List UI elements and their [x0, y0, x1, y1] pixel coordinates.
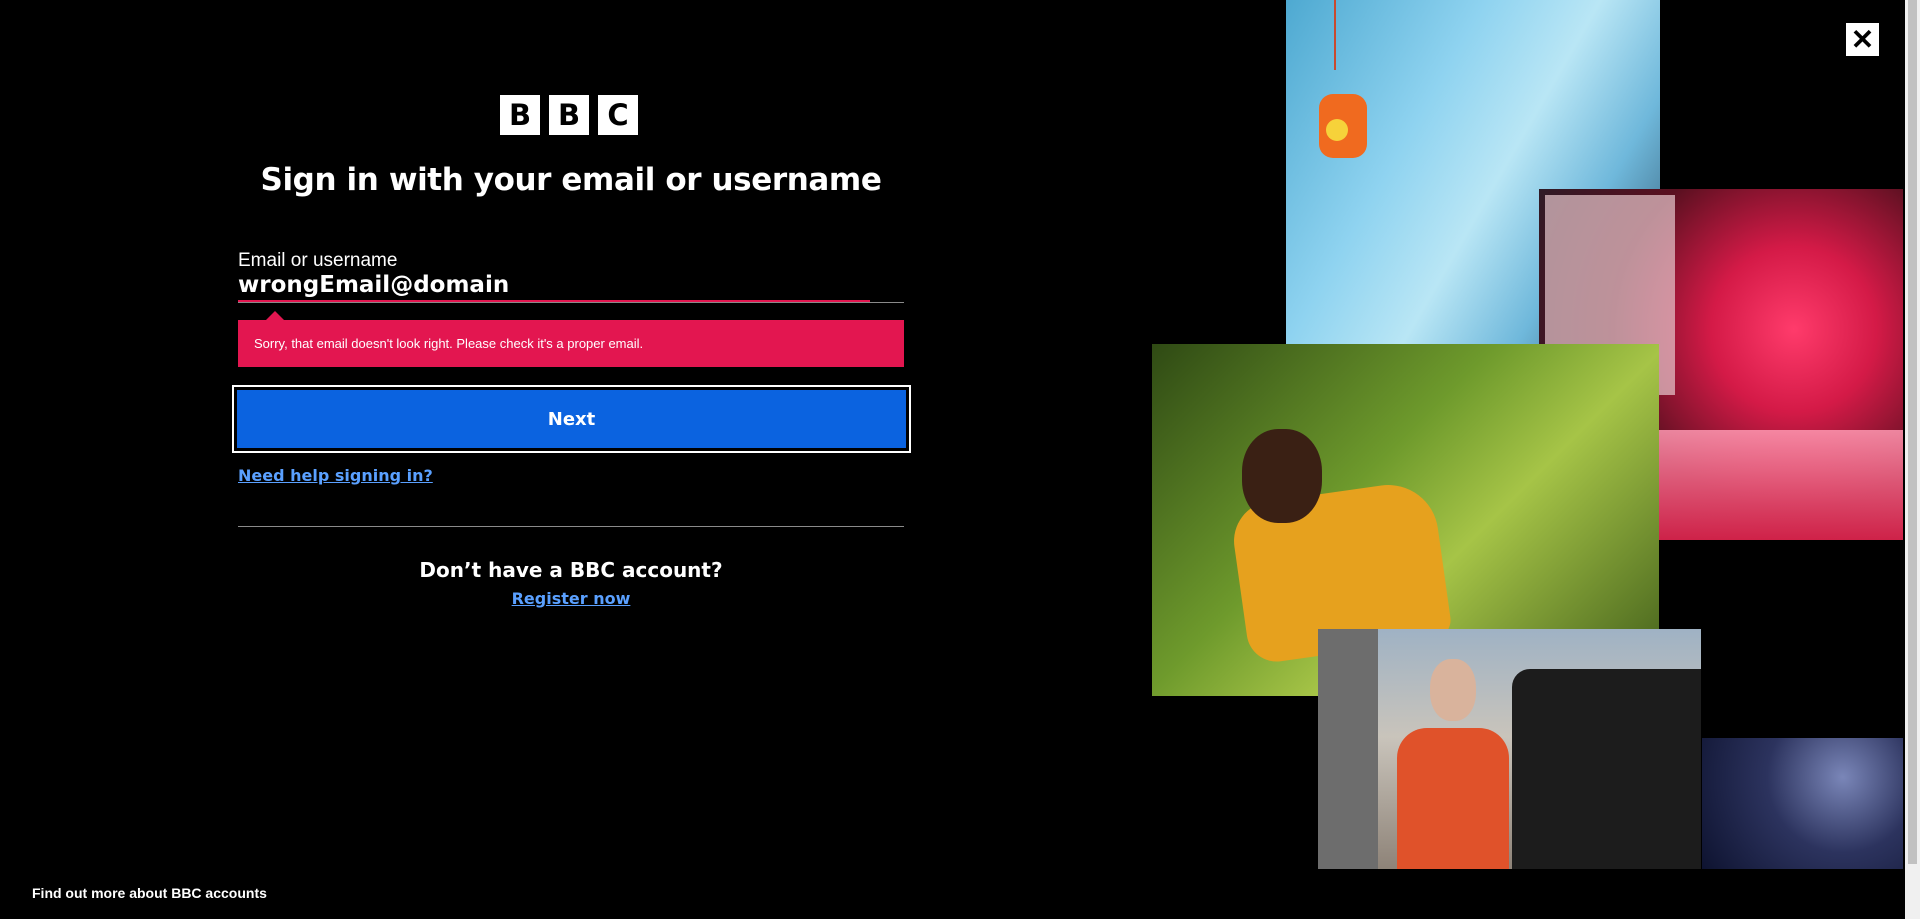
no-account-heading: Don’t have a BBC account?: [419, 558, 723, 582]
bbc-logo-letter-1: B: [500, 95, 540, 135]
bbc-logo: B B C: [500, 95, 638, 135]
error-arrow: [266, 311, 284, 320]
email-field-error-underline: [238, 300, 870, 302]
find-out-more-link[interactable]: Find out more about BBC accounts: [32, 885, 267, 901]
bbc-logo-letter-2: B: [549, 95, 589, 135]
news-reporter-image: [1318, 629, 1701, 869]
next-button[interactable]: Next: [232, 385, 911, 453]
need-help-link[interactable]: Need help signing in?: [238, 466, 433, 485]
close-button[interactable]: ✕: [1846, 23, 1879, 56]
error-message: Sorry, that email doesn't look right. Pl…: [238, 320, 904, 367]
page-title: Sign in with your email or username: [260, 162, 882, 198]
email-field[interactable]: [238, 268, 904, 303]
register-now-link[interactable]: Register now: [512, 589, 631, 608]
bbc-logo-letter-3: C: [598, 95, 638, 135]
scrollbar-thumb[interactable]: [1908, 0, 1917, 864]
night-sky-image: [1702, 738, 1903, 869]
close-icon: ✕: [1850, 24, 1875, 55]
register-link-wrapper: Register now: [238, 589, 904, 609]
divider: [238, 526, 904, 527]
scrollbar[interactable]: [1905, 0, 1920, 919]
error-message-text: Sorry, that email doesn't look right. Pl…: [254, 336, 644, 351]
